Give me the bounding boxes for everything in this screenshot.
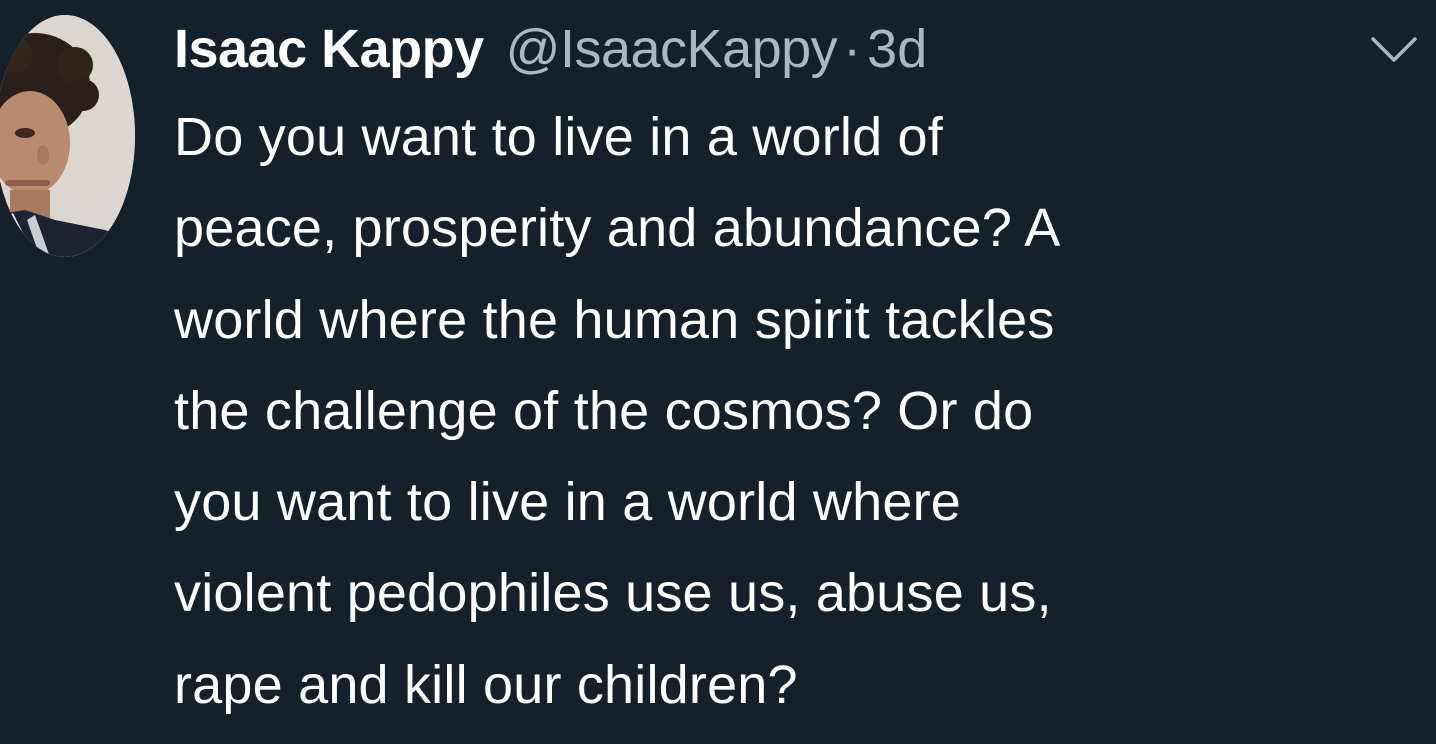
profile-photo-icon bbox=[0, 15, 135, 257]
dot-separator: · bbox=[843, 19, 862, 79]
tweet-header: Isaac Kappy @IsaacKappy · 3d bbox=[174, 14, 927, 84]
tweet-card: Isaac Kappy @IsaacKappy · 3d Do you want… bbox=[0, 0, 1436, 744]
avatar[interactable] bbox=[0, 15, 135, 257]
display-name[interactable]: Isaac Kappy bbox=[174, 14, 484, 84]
tweet-menu-button[interactable] bbox=[1368, 34, 1420, 66]
user-handle[interactable]: @IsaacKappy bbox=[506, 14, 838, 84]
tweet-text: Do you want to live in a world of peace,… bbox=[174, 107, 1061, 715]
chevron-down-icon bbox=[1371, 37, 1417, 62]
timestamp[interactable]: 3d bbox=[867, 14, 927, 84]
